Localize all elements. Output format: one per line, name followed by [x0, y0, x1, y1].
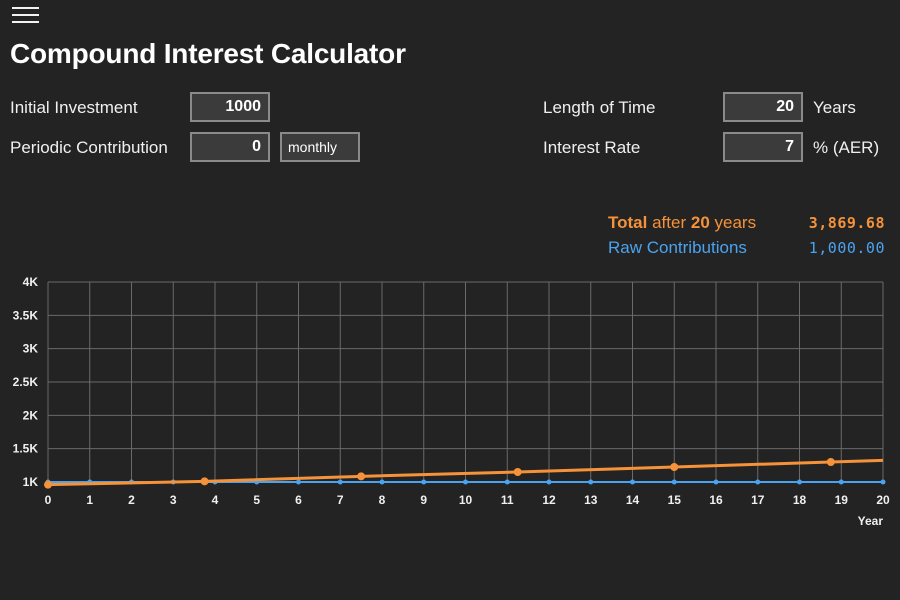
- x-tick-label: 19: [835, 493, 849, 507]
- raw-contributions-point: [337, 479, 343, 485]
- x-tick-label: 12: [542, 493, 556, 507]
- raw-contributions-point: [797, 479, 802, 485]
- x-tick-label: 18: [793, 493, 807, 507]
- x-tick-label: 11: [501, 493, 514, 507]
- x-tick-label: 10: [459, 493, 473, 507]
- x-tick-label: 1: [86, 493, 93, 507]
- x-tick-label: 14: [626, 493, 640, 507]
- total-series-point: [200, 477, 209, 486]
- raw-contributions-point: [504, 479, 510, 485]
- x-tick-label: 7: [337, 493, 344, 507]
- growth-chart: 0 1 2 3 4 5 6 7 8 9 10 11 12 13 14 15 16 17 18 19 201K1.5K2K…: [13, 275, 890, 528]
- raw-contributions-point: [755, 479, 761, 485]
- raw-contributions-point: [546, 479, 552, 485]
- x-tick-label: 17: [751, 493, 765, 507]
- x-tick-label: 13: [584, 493, 598, 507]
- x-tick-label: 3: [170, 493, 177, 507]
- raw-contributions-point: [421, 479, 427, 485]
- raw-contributions-point: [588, 479, 594, 485]
- y-tick-label: 1.5K: [13, 442, 39, 456]
- y-tick-label: 1K: [23, 475, 39, 489]
- y-tick-label: 2K: [23, 408, 39, 422]
- total-series-point: [670, 463, 679, 471]
- total-series-point: [44, 480, 52, 489]
- y-tick-label: 3K: [23, 342, 39, 356]
- x-tick-label: 6: [295, 493, 302, 507]
- x-tick-label: 15: [668, 493, 682, 507]
- y-tick-label: 3.5K: [13, 308, 39, 322]
- y-tick-label: 2.5K: [13, 375, 39, 389]
- x-tick-label: 8: [379, 493, 386, 507]
- raw-contributions-point: [880, 479, 886, 485]
- raw-contributions-point: [713, 479, 719, 485]
- raw-contributions-point: [296, 479, 301, 485]
- x-tick-label: 9: [420, 493, 427, 507]
- raw-contributions-point: [671, 479, 677, 485]
- x-tick-label: 0: [45, 493, 52, 507]
- x-tick-label: 4: [212, 493, 219, 507]
- x-axis-label: Year: [858, 514, 884, 528]
- raw-contributions-point: [630, 479, 635, 485]
- raw-contributions-point: [463, 479, 468, 485]
- x-tick-label: 20: [876, 493, 890, 507]
- raw-contributions-point: [379, 479, 385, 485]
- x-tick-label: 5: [253, 493, 260, 507]
- total-series-point: [513, 468, 522, 476]
- raw-contributions-point: [838, 479, 844, 485]
- total-series-point: [357, 472, 366, 481]
- total-series-point: [826, 458, 835, 466]
- x-tick-label: 16: [709, 493, 723, 507]
- x-tick-label: 2: [128, 493, 135, 507]
- y-tick-label: 4K: [23, 275, 39, 289]
